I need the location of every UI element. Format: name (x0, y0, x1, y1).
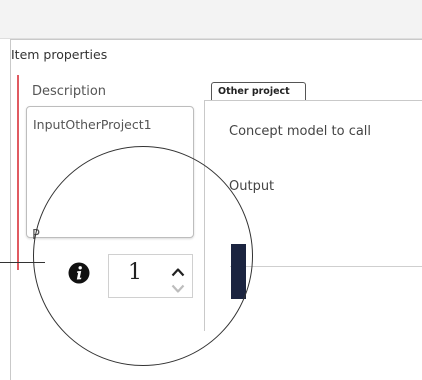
required-indicator (17, 75, 19, 270)
top-toolbar (0, 0, 422, 39)
description-value[interactable]: InputOtherProject1 (33, 117, 152, 132)
concept-model-label: Concept model to call (229, 124, 372, 139)
tab-other-project[interactable]: Other project (211, 82, 306, 100)
output-label: Output (229, 179, 275, 194)
divider (230, 266, 422, 267)
panel-title: Item properties (11, 47, 108, 62)
description-label: Description (32, 84, 107, 99)
chevron-down-icon[interactable] (171, 279, 185, 293)
chevron-up-icon[interactable] (171, 262, 185, 277)
info-circle-icon[interactable] (68, 262, 90, 284)
stepper-value[interactable]: 1 (128, 260, 142, 285)
